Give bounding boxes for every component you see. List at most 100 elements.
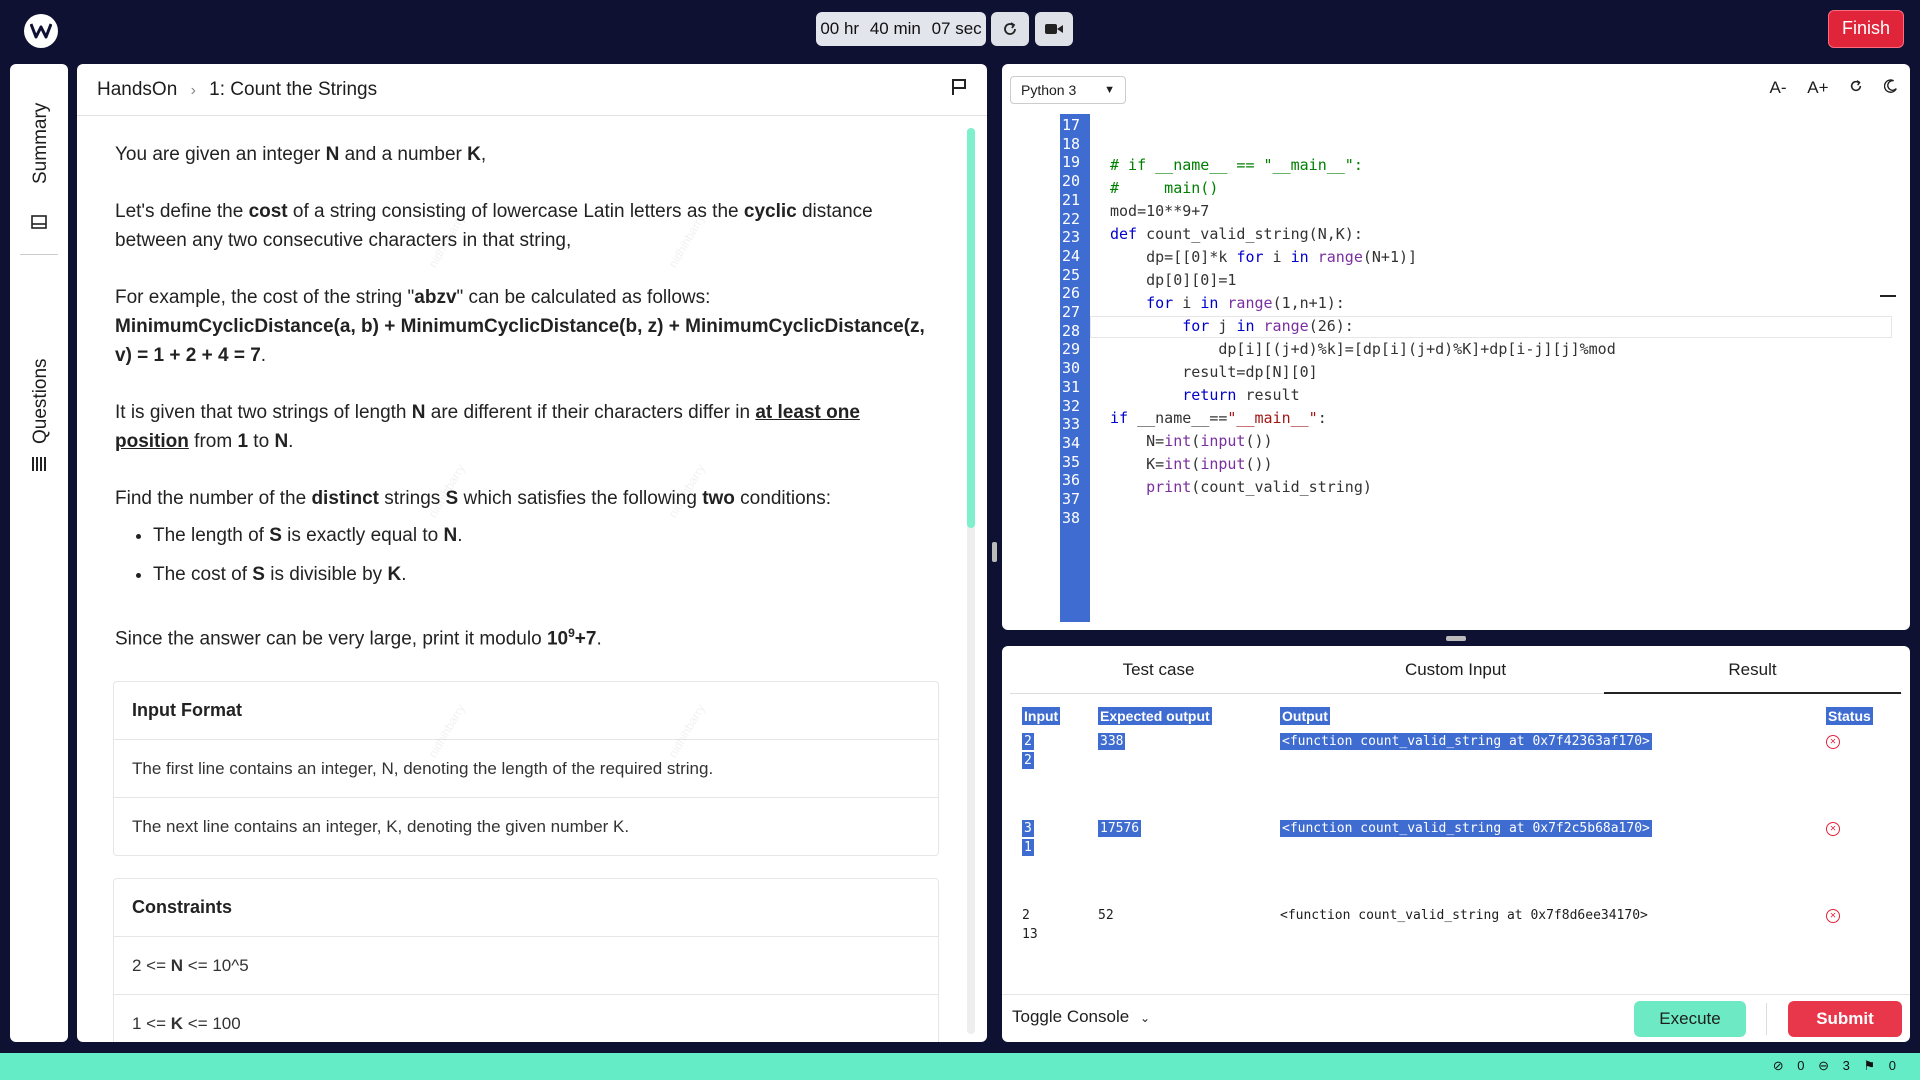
horizontal-resize-handle[interactable] bbox=[1446, 636, 1466, 641]
statement-paragraph: It is given that two strings of length N… bbox=[115, 402, 860, 452]
tab-result[interactable]: Result bbox=[1604, 646, 1901, 694]
column-header: Output bbox=[1280, 707, 1330, 725]
line-number: 20 bbox=[1062, 172, 1081, 191]
line-number: 24 bbox=[1062, 246, 1081, 265]
line-number: 27 bbox=[1062, 303, 1081, 321]
code-area[interactable]: 17 18 19 20 21 22 23 24 25 26 27 28 29 30 31 32 33 34 35 36… bbox=[1060, 114, 1892, 622]
column-header: Status bbox=[1826, 707, 1873, 725]
conditions-list: The length of S is exactly equal to N. T… bbox=[153, 521, 935, 589]
countdown-timer: 00 hr 40 min 07 sec bbox=[816, 12, 986, 46]
rail-summary-label: Summary bbox=[30, 102, 51, 184]
caret-down-icon: ▼ bbox=[1104, 84, 1115, 96]
fail-status-icon: ✕ bbox=[1826, 909, 1840, 923]
rail-summary-tab[interactable]: Summary bbox=[10, 84, 68, 244]
divider bbox=[1766, 1003, 1767, 1035]
code-line: result=dp[N][0] bbox=[1110, 363, 1318, 381]
reset-icon bbox=[1851, 80, 1862, 92]
statement-paragraph: Since the answer can be very large, prin… bbox=[115, 626, 602, 650]
tab-custom-input[interactable]: Custom Input bbox=[1307, 646, 1604, 694]
list-icon bbox=[32, 457, 46, 471]
status-bar: ⊘ 0 ⊖ 3 ⚑ 0 bbox=[0, 1053, 1920, 1080]
statement-paragraph: Find the number of the distinct strings … bbox=[115, 488, 832, 509]
line-number: 36 bbox=[1062, 471, 1081, 490]
execute-button[interactable]: Execute bbox=[1634, 1001, 1746, 1037]
code-line: for i in range(1,n+1): bbox=[1146, 294, 1345, 312]
editor-marker bbox=[1880, 295, 1896, 297]
scrollbar-thumb[interactable] bbox=[967, 128, 975, 528]
moon-icon bbox=[1883, 79, 1897, 93]
language-select[interactable]: Python 3 ▼ bbox=[1010, 76, 1126, 104]
console-footer: Toggle Console ⌄ Execute Submit bbox=[1002, 994, 1910, 1042]
left-rail: Summary Questions bbox=[10, 64, 68, 1042]
card-title: Input Format bbox=[114, 682, 938, 741]
code-line: dp[0][0]=1 bbox=[1110, 271, 1237, 289]
submit-button[interactable]: Submit bbox=[1788, 1001, 1902, 1037]
card-row: The next line contains an integer, K, de… bbox=[132, 817, 630, 837]
code-line: mod=10**9+7 bbox=[1110, 202, 1210, 220]
result-expected: 17576 bbox=[1098, 820, 1142, 837]
code-line: K=int(input()) bbox=[1110, 455, 1273, 473]
line-number: 38 bbox=[1062, 508, 1081, 527]
card-row: 2 <= N <= 10^5 bbox=[114, 937, 938, 996]
chevron-right-icon: › bbox=[190, 82, 196, 99]
line-number: 21 bbox=[1062, 190, 1081, 209]
language-value: Python 3 bbox=[1021, 82, 1077, 98]
result-output: <function count_valid_string at 0x7f8d6e… bbox=[1280, 908, 1648, 923]
problem-scrollbar[interactable] bbox=[967, 128, 975, 1034]
breadcrumb: HandsOn › 1: Count the Strings bbox=[77, 64, 987, 116]
vertical-resize-handle[interactable] bbox=[992, 542, 997, 562]
passed-count: ⊘ 0 bbox=[1772, 1058, 1805, 1073]
result-expected: 338 bbox=[1098, 733, 1126, 750]
finish-button[interactable]: Finish bbox=[1828, 10, 1904, 48]
line-number: 31 bbox=[1062, 377, 1081, 396]
line-number: 18 bbox=[1062, 134, 1081, 153]
failed-count: ⊖ 3 bbox=[1818, 1058, 1850, 1073]
toggle-console-button[interactable]: Toggle Console ⌄ bbox=[1012, 1007, 1150, 1027]
line-number: 32 bbox=[1062, 396, 1081, 415]
line-number: 23 bbox=[1062, 228, 1081, 247]
status-counters: ⊘ 0 ⊖ 3 ⚑ 0 bbox=[1763, 1058, 1896, 1074]
summary-icon bbox=[31, 215, 47, 229]
reset-code-button[interactable] bbox=[1849, 78, 1868, 97]
flagged-count: ⚑ 0 bbox=[1863, 1058, 1896, 1073]
input-format-card: Input Format The first line contains an … bbox=[113, 681, 939, 857]
line-number: 33 bbox=[1062, 415, 1081, 434]
statement-paragraph: You are given an integer N and a number … bbox=[115, 144, 487, 165]
breadcrumb-title: 1: Count the Strings bbox=[209, 79, 378, 100]
result-input: 31 bbox=[1022, 820, 1034, 856]
card-row: The first line contains an integer, N, d… bbox=[114, 740, 938, 799]
timer-minutes: 40 min bbox=[869, 19, 921, 38]
code-line: print(count_valid_string) bbox=[1146, 478, 1372, 496]
fail-status-icon: ✕ bbox=[1826, 735, 1840, 749]
column-header: Expected output bbox=[1098, 707, 1212, 725]
result-output: <function count_valid_string at 0x7f2c5b… bbox=[1280, 820, 1652, 837]
code-line: dp[i][(j+d)%k]=[dp[i](j+d)%K]+dp[i-j][j]… bbox=[1110, 340, 1616, 358]
constraints-card: Constraints 2 <= N <= 10^5 1 <= K <= 100 bbox=[113, 878, 939, 1042]
result-output: <function count_valid_string at 0x7f4236… bbox=[1280, 733, 1652, 750]
statement-paragraph: For example, the cost of the string "abz… bbox=[115, 287, 925, 366]
card-row: 1 <= K <= 100 bbox=[132, 1014, 241, 1034]
result-input: 2 13 bbox=[1022, 908, 1038, 942]
code-line: if __name__=="__main__": bbox=[1110, 409, 1327, 427]
statement-paragraph: Let's define the cost of a string consis… bbox=[115, 201, 873, 251]
rail-questions-label: Questions bbox=[30, 358, 51, 444]
rail-questions-tab[interactable]: Questions bbox=[10, 284, 68, 484]
theme-toggle-button[interactable] bbox=[1883, 78, 1898, 97]
top-bar: 00 hr 40 min 07 sec Finish bbox=[0, 0, 1920, 60]
code-line: # main() bbox=[1110, 179, 1219, 197]
font-increase-button[interactable]: A+ bbox=[1807, 78, 1828, 97]
breadcrumb-root[interactable]: HandsOn bbox=[97, 79, 177, 100]
code-line: # if __name__ == "__main__": bbox=[1110, 156, 1363, 174]
flag-icon[interactable] bbox=[951, 78, 967, 96]
line-number: 29 bbox=[1062, 340, 1081, 359]
tab-test-case[interactable]: Test case bbox=[1010, 646, 1307, 694]
console-panel: Test case Custom Input Result Input Expe… bbox=[1002, 646, 1910, 1042]
code-line: def count_valid_string(N,K): bbox=[1110, 225, 1363, 243]
fail-status-icon: ✕ bbox=[1826, 822, 1840, 836]
refresh-button[interactable] bbox=[991, 12, 1029, 46]
line-number: 28 bbox=[1062, 321, 1081, 340]
result-input: 22 bbox=[1022, 733, 1034, 769]
console-tabs: Test case Custom Input Result bbox=[1010, 646, 1902, 694]
camera-button[interactable] bbox=[1035, 12, 1073, 46]
font-decrease-button[interactable]: A- bbox=[1770, 78, 1787, 97]
